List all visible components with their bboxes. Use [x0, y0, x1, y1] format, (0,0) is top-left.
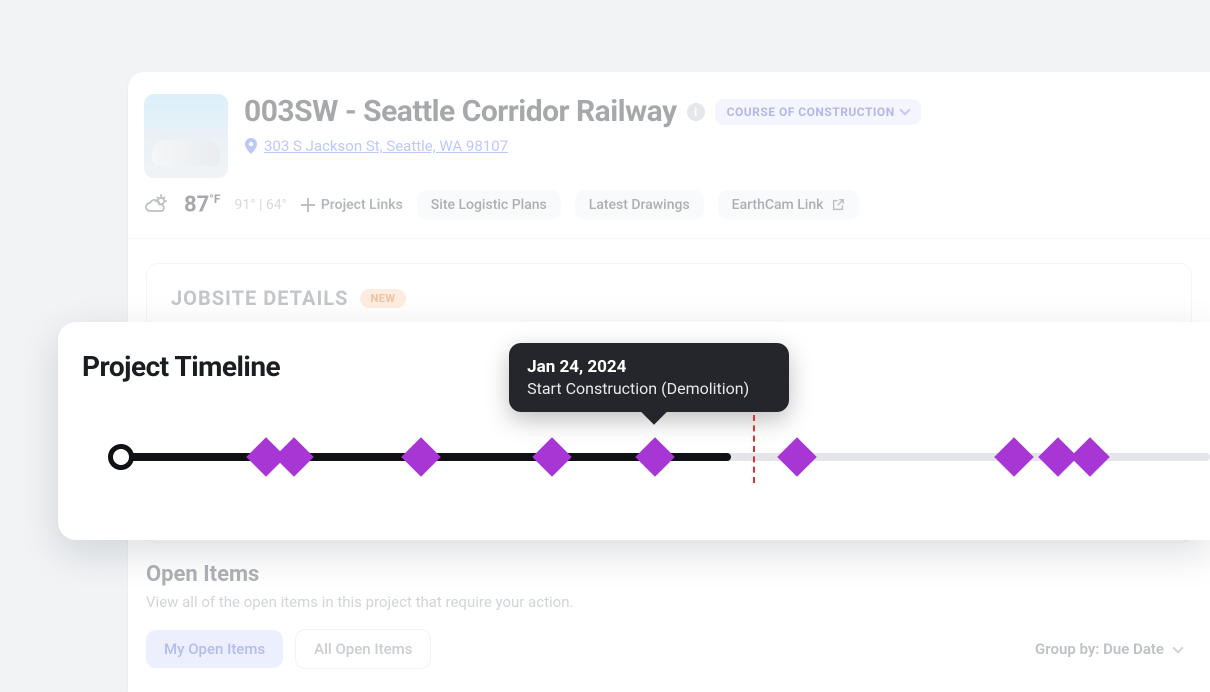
new-badge: NEW	[360, 289, 405, 308]
timeline-milestone[interactable]	[1071, 437, 1111, 477]
timeline-tooltip: Jan 24, 2024 Start Construction (Demoliti…	[509, 343, 789, 412]
my-open-items-button[interactable]: My Open Items	[146, 630, 283, 668]
project-status-label: COURSE OF CONSTRUCTION	[727, 105, 895, 119]
chevron-down-icon	[1172, 642, 1183, 653]
timeline-milestone[interactable]	[635, 437, 675, 477]
latest-drawings-button[interactable]: Latest Drawings	[575, 190, 704, 220]
project-timeline-card: Project Timeline Jan 24, 2024Start Const…	[58, 322, 1210, 540]
jobsite-details-title: JOBSITE DETAILS	[171, 286, 348, 310]
tooltip-description: Start Construction (Demolition)	[527, 379, 771, 398]
timeline-start-marker	[108, 444, 134, 470]
project-thumbnail	[144, 94, 228, 178]
timeline-milestone[interactable]	[777, 437, 817, 477]
temperature: 87°F	[184, 192, 221, 217]
timeline-milestone[interactable]	[274, 437, 314, 477]
site-logistic-plans-button[interactable]: Site Logistic Plans	[417, 190, 561, 220]
chevron-down-icon	[899, 104, 910, 115]
open-items-title: Open Items	[146, 562, 1192, 587]
map-pin-icon	[244, 138, 258, 154]
temperature-hilo: 91° | 64°	[235, 197, 287, 213]
group-by-dropdown[interactable]: Group by: Due Date	[1035, 640, 1192, 658]
project-address-link[interactable]: 303 S Jackson St, Seattle, WA 98107	[264, 137, 508, 155]
external-link-icon	[831, 198, 845, 212]
project-title: 003SW - Seattle Corridor Railway	[244, 94, 677, 129]
add-project-link-button[interactable]: Project Links	[301, 197, 403, 213]
open-items-subtitle: View all of the open items in this proje…	[146, 593, 1192, 611]
timeline-milestone[interactable]	[401, 437, 441, 477]
all-open-items-button[interactable]: All Open Items	[295, 629, 431, 669]
timeline-today-indicator	[753, 415, 755, 483]
info-icon[interactable]: i	[687, 103, 705, 121]
timeline-track[interactable]: Jan 24, 2024Start Construction (Demoliti…	[82, 439, 1210, 475]
timeline-milestone[interactable]	[994, 437, 1034, 477]
earthcam-link-button[interactable]: EarthCam Link	[718, 190, 860, 220]
weather-icon	[144, 194, 170, 216]
plus-icon	[301, 198, 315, 212]
tooltip-date: Jan 24, 2024	[527, 357, 771, 377]
project-status-dropdown[interactable]: COURSE OF CONSTRUCTION	[715, 99, 921, 125]
timeline-milestone[interactable]	[532, 437, 572, 477]
